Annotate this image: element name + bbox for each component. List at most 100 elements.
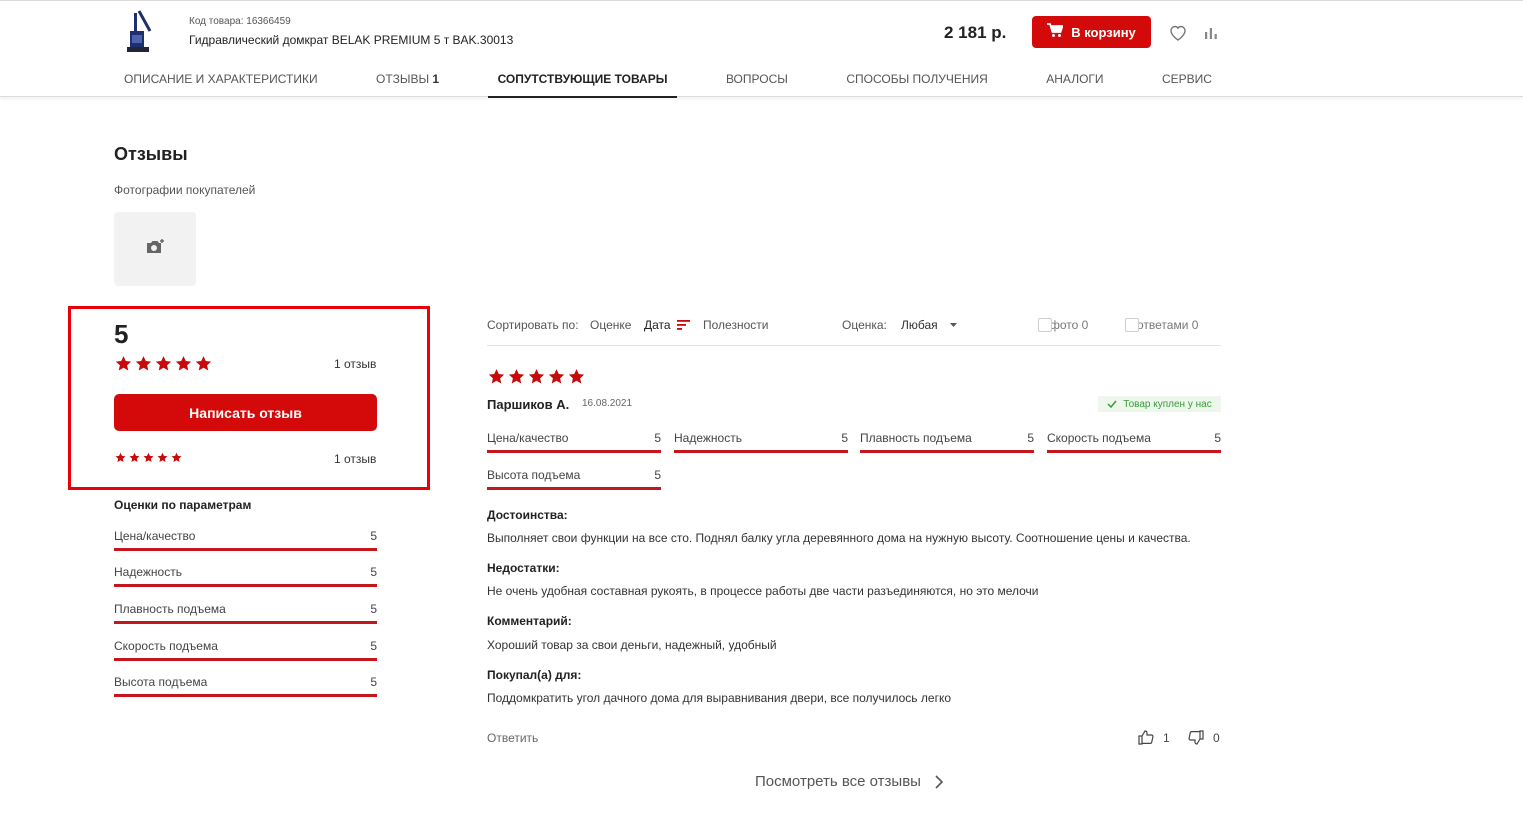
param-value: 5 [370, 529, 377, 543]
product-name: Гидравлический домкрат BELAK PREMIUM 5 т… [189, 33, 514, 47]
like-count: 1 [1163, 730, 1170, 745]
cart-icon [1047, 23, 1064, 41]
param-label: Цена/качество [487, 431, 569, 445]
star-icon [175, 356, 192, 371]
param-label: Скорость подъема [114, 639, 218, 653]
rating-filter-select[interactable]: Любая [901, 318, 957, 332]
thumbs-down-icon [1188, 730, 1204, 745]
sort-by-rating[interactable]: Оценке [590, 318, 631, 332]
see-all-reviews-link[interactable]: Посмотреть все отзывы [755, 773, 943, 790]
param-rating-row: Цена/качество 5 [114, 529, 377, 551]
star-icon [195, 356, 212, 371]
cons-text: Не очень удобная составная рукоять, в пр… [487, 584, 1039, 598]
param-rating-row: Надежность 5 [114, 565, 377, 587]
rating-filter-value: Любая [901, 318, 938, 332]
review-param-row: Цена/качество 5 [487, 431, 661, 453]
param-value: 5 [841, 431, 848, 445]
check-icon [1107, 400, 1117, 408]
star-icon [143, 452, 154, 463]
param-value: 5 [1214, 431, 1221, 445]
star-icon [488, 369, 505, 384]
tab-questions[interactable]: ВОПРОСЫ [716, 63, 798, 98]
review-param-row: Скорость подъема 5 [1047, 431, 1221, 453]
checkbox-icon [1038, 318, 1052, 332]
reviews-title: Отзывы [114, 144, 188, 164]
comment-text: Хороший товар за свои деньги, надежный, … [487, 638, 777, 652]
total-review-count: 1 отзыв [334, 357, 377, 371]
purpose-text: Поддомкратить угол дачного дома для выра… [487, 691, 952, 705]
param-value: 5 [370, 639, 377, 653]
param-value: 5 [370, 565, 377, 579]
with-answers-checkbox[interactable]: С ответами 0 [1125, 318, 1198, 332]
average-rating-stars [115, 355, 212, 372]
star-icon [548, 369, 565, 384]
dislike-count: 0 [1213, 730, 1220, 745]
sort-by-usefulness[interactable]: Полезности [703, 318, 768, 332]
param-label: Плавность подъема [860, 431, 972, 445]
add-to-cart-label: В корзину [1071, 24, 1136, 40]
dislike-button[interactable]: 0 [1188, 730, 1220, 745]
review-param-row: Надежность 5 [674, 431, 848, 453]
param-label: Надежность [114, 565, 182, 579]
with-photo-checkbox[interactable]: С фото 0 [1038, 318, 1088, 332]
cons-heading: Недостатки: [487, 561, 560, 575]
star-icon [135, 356, 152, 371]
sort-by-date[interactable]: Дата [644, 318, 690, 332]
param-label: Высота подъема [114, 675, 208, 689]
param-label: Надежность [674, 431, 742, 445]
product-price: 2 181 р. [944, 23, 1007, 42]
product-header: Код товара: 16366459 Гидравлический домк… [0, 0, 1523, 98]
review-stars [488, 368, 585, 385]
pros-heading: Достоинства: [487, 508, 568, 522]
param-label: Скорость подъема [1047, 431, 1151, 445]
purpose-heading: Покупал(а) для: [487, 668, 582, 682]
param-value: 5 [654, 431, 661, 445]
tab-service[interactable]: СЕРВИС [1152, 63, 1222, 98]
favorite-heart-icon[interactable] [1168, 23, 1188, 43]
checkbox-icon [1125, 318, 1139, 332]
star-icon [508, 369, 525, 384]
param-label: Высота подъема [487, 468, 581, 482]
five-star-breakdown-stars[interactable] [115, 452, 182, 463]
star-icon [115, 452, 126, 463]
see-all-reviews-label: Посмотреть все отзывы [755, 773, 921, 790]
add-photo-button[interactable] [114, 212, 196, 286]
purchased-here-badge: Товар куплен у нас [1098, 396, 1221, 412]
star-icon [568, 369, 585, 384]
caret-down-icon [950, 323, 957, 327]
param-label: Плавность подъема [114, 602, 226, 616]
product-code: Код товара: 16366459 [189, 16, 291, 27]
review-author: Паршиков А. [487, 397, 570, 412]
reply-link[interactable]: Ответить [487, 731, 538, 745]
param-value: 5 [654, 468, 661, 482]
star-icon [171, 452, 182, 463]
review-param-row: Плавность подъема 5 [860, 431, 1034, 453]
tab-related-products[interactable]: СОПУТСТВУЮЩИЕ ТОВАРЫ [487, 63, 678, 98]
compare-chart-icon[interactable] [1201, 23, 1221, 43]
comment-heading: Комментарий: [487, 614, 572, 628]
tab-description[interactable]: ОПИСАНИЕ И ХАРАКТЕРИСТИКИ [114, 63, 328, 98]
five-star-breakdown-count: 1 отзыв [334, 452, 377, 466]
rating-filter-label: Оценка: [842, 318, 887, 332]
star-icon [129, 452, 140, 463]
sort-filter-bar: Сортировать по: Оценке Дата Полезности О… [487, 318, 1221, 346]
tab-delivery-methods[interactable]: СПОСОБЫ ПОЛУЧЕНИЯ [836, 63, 997, 98]
write-review-button[interactable]: Написать отзыв [114, 394, 377, 431]
tab-reviews[interactable]: ОТЗЫВЫ 1 [366, 63, 449, 98]
tab-reviews-count: 1 [432, 72, 440, 86]
product-thumbnail[interactable] [122, 9, 156, 55]
star-icon [157, 452, 168, 463]
camera-add-icon [145, 238, 165, 261]
product-tabs: ОПИСАНИЕ И ХАРАКТЕРИСТИКИ ОТЗЫВЫ 1 СОПУТ… [114, 63, 1222, 98]
average-rating: 5 [114, 319, 129, 349]
review-param-row: Высота подъема 5 [487, 468, 661, 490]
like-button[interactable]: 1 [1138, 730, 1170, 745]
sort-label: Сортировать по: [487, 318, 579, 332]
param-rating-row: Плавность подъема 5 [114, 602, 377, 624]
thumbs-up-icon [1138, 730, 1154, 745]
pros-text: Выполняет свои функции на все сто. Подня… [487, 531, 1191, 545]
param-value: 5 [1027, 431, 1034, 445]
tab-analogs[interactable]: АНАЛОГИ [1036, 63, 1113, 98]
add-to-cart-button[interactable]: В корзину [1032, 16, 1151, 48]
param-value: 5 [370, 675, 377, 689]
